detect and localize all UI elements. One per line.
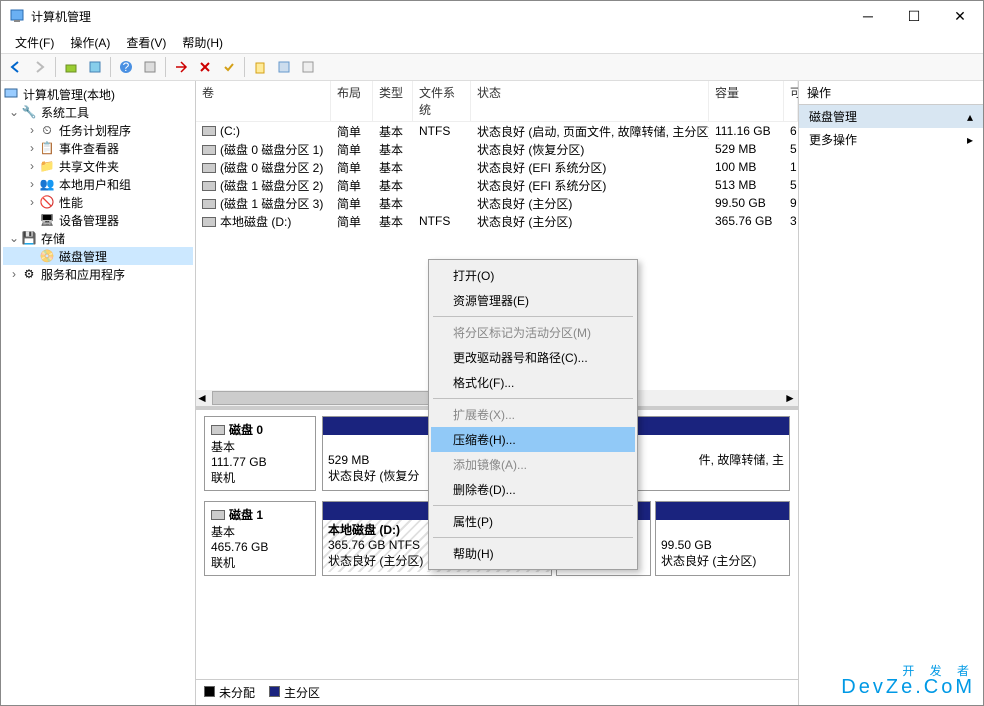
- tree-devmgr[interactable]: 设备管理器: [59, 212, 119, 229]
- device-icon: 🖥: [39, 212, 55, 228]
- disk-icon: [211, 425, 225, 435]
- ctx-props[interactable]: 属性(P): [431, 509, 635, 534]
- tree-storage[interactable]: 存储: [41, 230, 65, 247]
- disk-label[interactable]: 磁盘 0 基本 111.77 GB 联机: [204, 416, 316, 491]
- volume-header[interactable]: 卷 布局 类型 文件系统 状态 容量 可: [196, 81, 798, 122]
- forward-button[interactable]: [29, 56, 51, 78]
- collapse-icon: ▴: [967, 110, 973, 124]
- event-icon: 📋: [39, 140, 55, 156]
- menu-file[interactable]: 文件(F): [7, 32, 62, 53]
- ctx-help[interactable]: 帮助(H): [431, 541, 635, 566]
- ctx-markactive: 将分区标记为活动分区(M): [431, 320, 635, 345]
- navigation-tree[interactable]: 计算机管理(本地) ⌄🔧系统工具 ›⏲任务计划程序 ›📋事件查看器 ›📁共享文件…: [1, 81, 196, 705]
- context-menu: 打开(O) 资源管理器(E) 将分区标记为活动分区(M) 更改驱动器号和路径(C…: [428, 259, 638, 570]
- tree-eventviewer[interactable]: 事件查看器: [59, 140, 119, 157]
- tree-diskmgmt-item[interactable]: 📀磁盘管理: [3, 247, 193, 265]
- action-more[interactable]: 更多操作▸: [799, 128, 983, 151]
- col-volume[interactable]: 卷: [196, 81, 331, 121]
- expand-icon[interactable]: ›: [25, 177, 39, 191]
- titlebar: 计算机管理 ─ ☐ ✕: [1, 1, 983, 31]
- volume-row[interactable]: (磁盘 0 磁盘分区 2)简单基本状态良好 (EFI 系统分区)100 MB1: [196, 158, 798, 176]
- col-capacity[interactable]: 容量: [709, 81, 784, 121]
- services-icon: ⚙: [21, 266, 37, 282]
- volume-row[interactable]: (C:)简单基本NTFS状态良好 (启动, 页面文件, 故障转储, 主分区)11…: [196, 122, 798, 140]
- legend: 未分配 主分区: [196, 679, 798, 705]
- action-icon[interactable]: [170, 56, 192, 78]
- expand-icon[interactable]: ›: [25, 195, 39, 209]
- refresh-icon[interactable]: [139, 56, 161, 78]
- disk-label[interactable]: 磁盘 1 基本 465.76 GB 联机: [204, 501, 316, 576]
- menu-view[interactable]: 查看(V): [118, 32, 174, 53]
- ctx-explorer[interactable]: 资源管理器(E): [431, 288, 635, 313]
- storage-icon: 💾: [21, 230, 37, 246]
- disk-icon: [211, 510, 225, 520]
- col-type[interactable]: 类型: [373, 81, 413, 121]
- toolbar: ?: [1, 53, 983, 81]
- tree-systools[interactable]: 系统工具: [41, 104, 89, 121]
- menu-action[interactable]: 操作(A): [62, 32, 118, 53]
- perf-icon: 🚫: [39, 194, 55, 210]
- back-button[interactable]: [5, 56, 27, 78]
- window-title: 计算机管理: [31, 8, 845, 25]
- ctx-open[interactable]: 打开(O): [431, 263, 635, 288]
- action-diskmgmt[interactable]: 磁盘管理▴: [799, 105, 983, 128]
- tree-users[interactable]: 本地用户和组: [59, 176, 131, 193]
- actions-title: 操作: [799, 81, 983, 105]
- disk-icon: 📀: [39, 248, 55, 264]
- detail-icon[interactable]: [297, 56, 319, 78]
- maximize-button[interactable]: ☐: [891, 1, 937, 31]
- menu-help[interactable]: 帮助(H): [174, 32, 231, 53]
- svg-text:?: ?: [123, 60, 130, 74]
- tree-scheduler[interactable]: 任务计划程序: [59, 122, 131, 139]
- col-layout[interactable]: 布局: [331, 81, 373, 121]
- tree-diskmgmt: 磁盘管理: [59, 248, 107, 265]
- collapse-icon[interactable]: ⌄: [7, 231, 21, 245]
- tools-icon: 🔧: [21, 104, 37, 120]
- close-button[interactable]: ✕: [937, 1, 983, 31]
- partition-box[interactable]: 529 MB状态良好 (恢复分: [322, 416, 430, 491]
- ctx-addmirror: 添加镜像(A)...: [431, 452, 635, 477]
- app-icon: [9, 8, 25, 24]
- ctx-extend: 扩展卷(X)...: [431, 402, 635, 427]
- legend-unallocated: 未分配: [204, 684, 255, 701]
- minimize-button[interactable]: ─: [845, 1, 891, 31]
- expand-icon[interactable]: ›: [25, 123, 39, 137]
- ctx-format[interactable]: 格式化(F)...: [431, 370, 635, 395]
- expand-icon[interactable]: ›: [25, 141, 39, 155]
- menubar: 文件(F) 操作(A) 查看(V) 帮助(H): [1, 31, 983, 53]
- tree-services[interactable]: 服务和应用程序: [41, 266, 125, 283]
- ctx-shrink[interactable]: 压缩卷(H)...: [431, 427, 635, 452]
- volume-row[interactable]: (磁盘 1 磁盘分区 3)简单基本状态良好 (主分区)99.50 GB9: [196, 194, 798, 212]
- col-status[interactable]: 状态: [471, 81, 709, 121]
- help-icon[interactable]: ?: [115, 56, 137, 78]
- tree-perf[interactable]: 性能: [59, 194, 83, 211]
- properties-button[interactable]: [84, 56, 106, 78]
- tree-shared[interactable]: 共享文件夹: [59, 158, 119, 175]
- computer-icon: [3, 86, 19, 102]
- check-icon[interactable]: [218, 56, 240, 78]
- actions-pane: 操作 磁盘管理▴ 更多操作▸: [798, 81, 983, 705]
- col-fs[interactable]: 文件系统: [413, 81, 471, 121]
- delete-icon[interactable]: [194, 56, 216, 78]
- volume-row[interactable]: (磁盘 1 磁盘分区 2)简单基本状态良好 (EFI 系统分区)513 MB5: [196, 176, 798, 194]
- volume-row[interactable]: 本地磁盘 (D:)简单基本NTFS状态良好 (主分区)365.76 GB3: [196, 212, 798, 230]
- collapse-icon[interactable]: ⌄: [7, 105, 21, 119]
- expand-icon[interactable]: ›: [25, 159, 39, 173]
- legend-primary: 主分区: [269, 684, 320, 701]
- expand-icon[interactable]: ›: [7, 267, 21, 281]
- ctx-changedrive[interactable]: 更改驱动器号和路径(C)...: [431, 345, 635, 370]
- list-icon[interactable]: [273, 56, 295, 78]
- expand-icon: ▸: [967, 133, 973, 147]
- ctx-delete[interactable]: 删除卷(D)...: [431, 477, 635, 502]
- up-button[interactable]: [60, 56, 82, 78]
- tree-root[interactable]: 计算机管理(本地): [23, 86, 115, 103]
- col-free[interactable]: 可: [784, 81, 798, 121]
- scheduler-icon: ⏲: [39, 122, 55, 138]
- volume-row[interactable]: (磁盘 0 磁盘分区 1)简单基本状态良好 (恢复分区)529 MB5: [196, 140, 798, 158]
- new-icon[interactable]: [249, 56, 271, 78]
- folder-icon: 📁: [39, 158, 55, 174]
- users-icon: 👥: [39, 176, 55, 192]
- partition-box[interactable]: 99.50 GB状态良好 (主分区): [655, 501, 790, 576]
